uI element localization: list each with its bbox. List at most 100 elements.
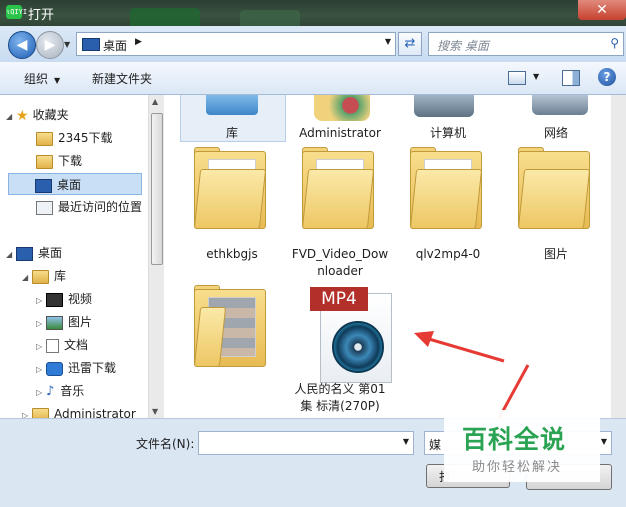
desktop-icon [82,38,100,51]
address-bar[interactable]: 桌面 ▶ ▼ [76,32,396,56]
organize-label: 组织 [24,72,49,86]
refresh-button[interactable]: ⇄ [398,32,422,56]
scroll-down-icon[interactable]: ▼ [152,407,158,416]
user-folder-icon [314,95,370,121]
folder-icon [193,285,266,367]
nav-libraries[interactable]: ◢ 库 [22,265,66,287]
close-button[interactable]: ✕ [578,0,626,20]
folder-fvd-video-downloader[interactable]: FVD_Video_Dow nloader [288,147,392,278]
expand-arrow-icon[interactable]: ▷ [22,405,32,418]
video-player-icon [332,321,384,373]
change-view-icon[interactable] [508,71,526,85]
folder-qlv2mp4[interactable]: qlv2mp4-0 [396,147,500,277]
command-bar: 组织 ▼ 新建文件夹 ▼ ? [0,62,626,95]
item-administrator[interactable]: Administrator [288,95,392,145]
folder-icon [193,147,267,229]
desktop-icon [16,246,33,261]
mp4-badge: MP4 [310,287,368,311]
app-icon: ιQIYI [6,5,27,19]
scroll-up-icon[interactable]: ▲ [152,97,158,106]
history-dropdown-icon[interactable]: ▼ [64,40,70,49]
folder-icon [36,131,53,146]
nav-item-downloads[interactable]: 下载 [36,150,82,172]
nav-item-desktop[interactable]: 桌面 [8,173,142,195]
filename-label: 文件名(N): [136,437,195,451]
mp4-video-file[interactable]: MP4 [310,287,396,383]
expand-arrow-icon[interactable]: ▷ [36,313,46,335]
preview-pane-icon[interactable] [562,70,580,86]
forward-button[interactable]: ▶ [36,31,64,59]
item-label: nloader [317,264,363,278]
nav-item-recent-places[interactable]: 最近访问的位置 [36,196,142,218]
nav-tree-desktop[interactable]: ◢ 桌面 [6,242,62,264]
nav-item-pictures[interactable]: ▷ 图片 [36,311,92,333]
nav-administrator[interactable]: ▷ Administrator [22,403,136,418]
nav-label: 图片 [68,315,93,329]
item-label: FVD_Video_Dow [291,247,389,261]
mp4-file-label[interactable]: 人民的名义 第01 集 标清(270P) [288,381,392,417]
item-label: Administrator [299,126,381,140]
search-icon[interactable]: ⚲ [610,36,619,50]
nav-item-thunder-download[interactable]: ▷ 迅雷下载 [36,357,116,379]
music-note-icon: ♪ [46,384,55,399]
title-bar: ιQIYI 打开 ✕ [0,0,626,30]
scrollbar-thumb[interactable] [151,113,163,265]
library-icon [32,269,49,284]
nav-label: 收藏夹 [32,108,69,122]
folder-pictures[interactable]: 图片 [504,147,608,277]
watermark-subtitle: 助你轻松解决 [472,460,563,475]
watermark-title: 百科全说 [462,425,567,454]
chevron-down-icon[interactable]: ▼ [533,72,539,81]
item-label: 网络 [543,126,568,140]
chevron-down-icon[interactable]: ▼ [601,437,607,446]
file-list-scrollbar[interactable] [611,95,626,418]
item-libraries[interactable]: 库 [180,95,284,145]
star-icon: ★ [16,107,29,124]
thunder-download-icon [46,361,63,376]
expand-arrow-icon[interactable]: ▷ [36,382,46,404]
search-placeholder: 搜索 桌面 [437,39,489,53]
folder-icon [517,147,591,229]
nav-label: 库 [54,269,67,283]
nav-favorites[interactable]: ◢ ★ 收藏夹 [6,104,69,126]
item-network[interactable]: 网络 [504,95,608,145]
folder-ethkbgjs[interactable]: ethkbgjs [180,147,284,277]
expand-arrow-icon[interactable]: ◢ [6,244,16,266]
chevron-down-icon[interactable]: ▼ [385,37,391,46]
expand-arrow-icon[interactable]: ▷ [36,290,46,312]
document-library-icon [46,338,59,353]
nav-item-documents[interactable]: ▷ 文档 [36,334,88,356]
expand-arrow-icon[interactable]: ▷ [36,336,46,358]
breadcrumb-chevron-icon[interactable]: ▶ [135,37,142,47]
recent-places-icon [36,200,53,215]
nav-item-videos[interactable]: ▷ 视频 [36,288,92,310]
item-label: ethkbgjs [206,247,258,261]
computer-icon [414,95,474,117]
item-label: 集 标清(270P) [300,399,380,413]
nav-label: 下载 [58,154,83,168]
folder-icon [409,147,483,229]
nav-scrollbar[interactable]: ▲ ▼ [148,95,164,418]
address-location[interactable]: 桌面 [103,37,127,54]
new-folder-button[interactable]: 新建文件夹 [92,70,152,87]
nav-item-2345-download[interactable]: 2345下载 [36,127,113,149]
file-type-value[interactable]: 媒 [429,436,441,453]
arrow-head [414,331,434,347]
folder-blurred[interactable] [180,285,284,395]
chevron-down-icon[interactable]: ▼ [403,437,409,446]
back-button[interactable]: ◀ [8,31,36,59]
nav-label: 最近访问的位置 [58,200,143,214]
expand-arrow-icon[interactable]: ◢ [6,106,16,128]
organize-button[interactable]: 组织 ▼ [24,70,60,87]
download-folder-icon [36,154,53,169]
expand-arrow-icon[interactable]: ◢ [22,267,32,289]
window-title: 打开 [28,8,55,23]
nav-label: Administrator [54,407,136,418]
search-input[interactable]: 搜索 桌面 ⚲ [428,32,624,56]
help-icon[interactable]: ? [598,68,616,86]
filename-field[interactable]: ▼ [198,431,414,455]
item-computer[interactable]: 计算机 [396,95,500,145]
nav-label: 桌面 [57,178,82,192]
nav-item-music[interactable]: ▷ ♪ 音乐 [36,380,84,402]
expand-arrow-icon[interactable]: ▷ [36,359,46,381]
